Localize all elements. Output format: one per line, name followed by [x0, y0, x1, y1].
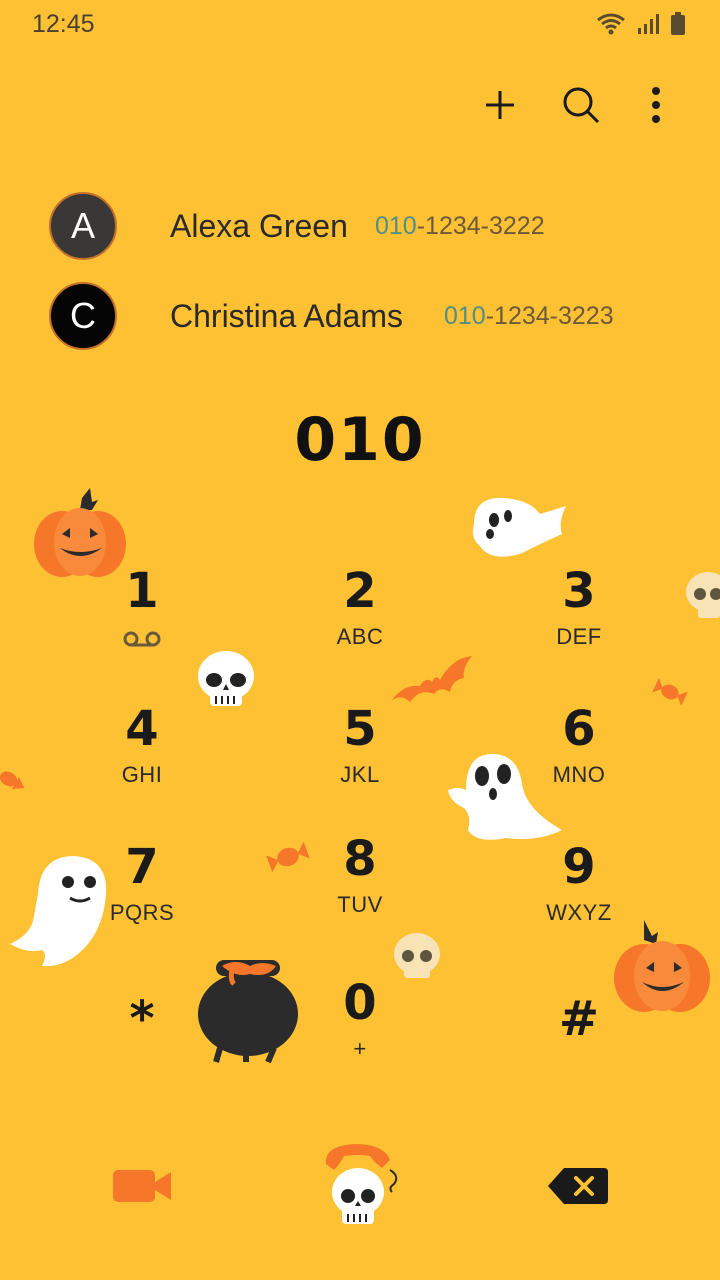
key-digit: 8 [343, 831, 377, 887]
skull-icon [686, 572, 720, 618]
backspace-icon [548, 1168, 608, 1204]
contact-name: Christina Adams [170, 297, 403, 334]
key-letters: + [353, 1036, 367, 1061]
key-letters: MNO [552, 762, 606, 787]
signal-icon [638, 14, 659, 34]
key-letters: TUV [337, 892, 383, 917]
key-letters: GHI [121, 762, 163, 787]
number-rest: -1234-3222 [416, 211, 545, 240]
key-star[interactable]: * [42, 990, 242, 1100]
ghost-icon [472, 497, 566, 557]
status-time: 12:45 [32, 10, 95, 38]
key-1[interactable]: 1 [42, 562, 242, 672]
candy-icon [0, 771, 25, 790]
key-3[interactable]: 3 DEF [479, 562, 679, 672]
key-8[interactable]: 8 TUV [260, 830, 460, 940]
plus-icon [486, 91, 514, 119]
voicemail-icon [123, 631, 161, 647]
contact-suggestion[interactable]: A Alexa Green 010-1234-3222 [0, 186, 720, 266]
more-vert-icon [652, 87, 660, 123]
key-letters: WXYZ [546, 900, 612, 925]
avatar: C [49, 282, 117, 350]
key-5[interactable]: 5 JKL [260, 700, 460, 810]
key-digit: 5 [343, 701, 377, 757]
video-call-button[interactable] [104, 1158, 180, 1214]
key-letters: PQRS [109, 900, 175, 925]
key-2[interactable]: 2 ABC [260, 562, 460, 672]
contact-suggestion[interactable]: C Christina Adams 010-1234-3223 [0, 276, 720, 356]
more-options-button[interactable] [628, 77, 684, 133]
key-letters: DEF [556, 624, 602, 649]
key-letters: JKL [340, 762, 380, 787]
dialed-number[interactable]: 010 [0, 405, 720, 475]
key-0[interactable]: 0 + [260, 974, 460, 1084]
contact-number: 010-1234-3222 [375, 212, 545, 241]
backspace-button[interactable] [546, 1164, 610, 1208]
number-match: 010 [375, 211, 417, 240]
status-icons [596, 12, 686, 36]
key-4[interactable]: 4 GHI [42, 700, 242, 810]
key-pound[interactable]: # [479, 990, 679, 1100]
key-7[interactable]: 7 PQRS [42, 838, 242, 948]
avatar-initial: C [70, 295, 96, 336]
key-digit: * [129, 991, 155, 1047]
key-digit: 7 [125, 839, 159, 895]
key-6[interactable]: 6 MNO [479, 700, 679, 810]
wifi-icon [597, 13, 625, 35]
add-contact-button[interactable] [472, 77, 528, 133]
key-digit: 9 [562, 839, 596, 895]
key-digit: 2 [343, 563, 377, 619]
key-digit: 1 [125, 563, 159, 619]
key-digit: # [558, 991, 600, 1047]
number-rest: -1234-3223 [485, 301, 614, 330]
search-button[interactable] [553, 77, 609, 133]
video-call-icon [113, 1170, 171, 1202]
key-digit: 6 [562, 701, 596, 757]
contact-name: Alexa Green [170, 207, 348, 244]
call-button[interactable] [318, 1140, 404, 1230]
call-icon [325, 1144, 398, 1224]
key-digit: 3 [562, 563, 596, 619]
avatar-initial: A [70, 205, 95, 246]
key-digit: 4 [125, 701, 159, 757]
avatar: A [49, 192, 117, 260]
battery-icon [671, 12, 685, 35]
contact-number: 010-1234-3223 [444, 302, 614, 331]
key-digit: 0 [343, 975, 377, 1031]
key-letters: ABC [336, 624, 384, 649]
number-match: 010 [444, 301, 486, 330]
search-icon [563, 87, 600, 124]
key-9[interactable]: 9 WXYZ [479, 838, 679, 948]
